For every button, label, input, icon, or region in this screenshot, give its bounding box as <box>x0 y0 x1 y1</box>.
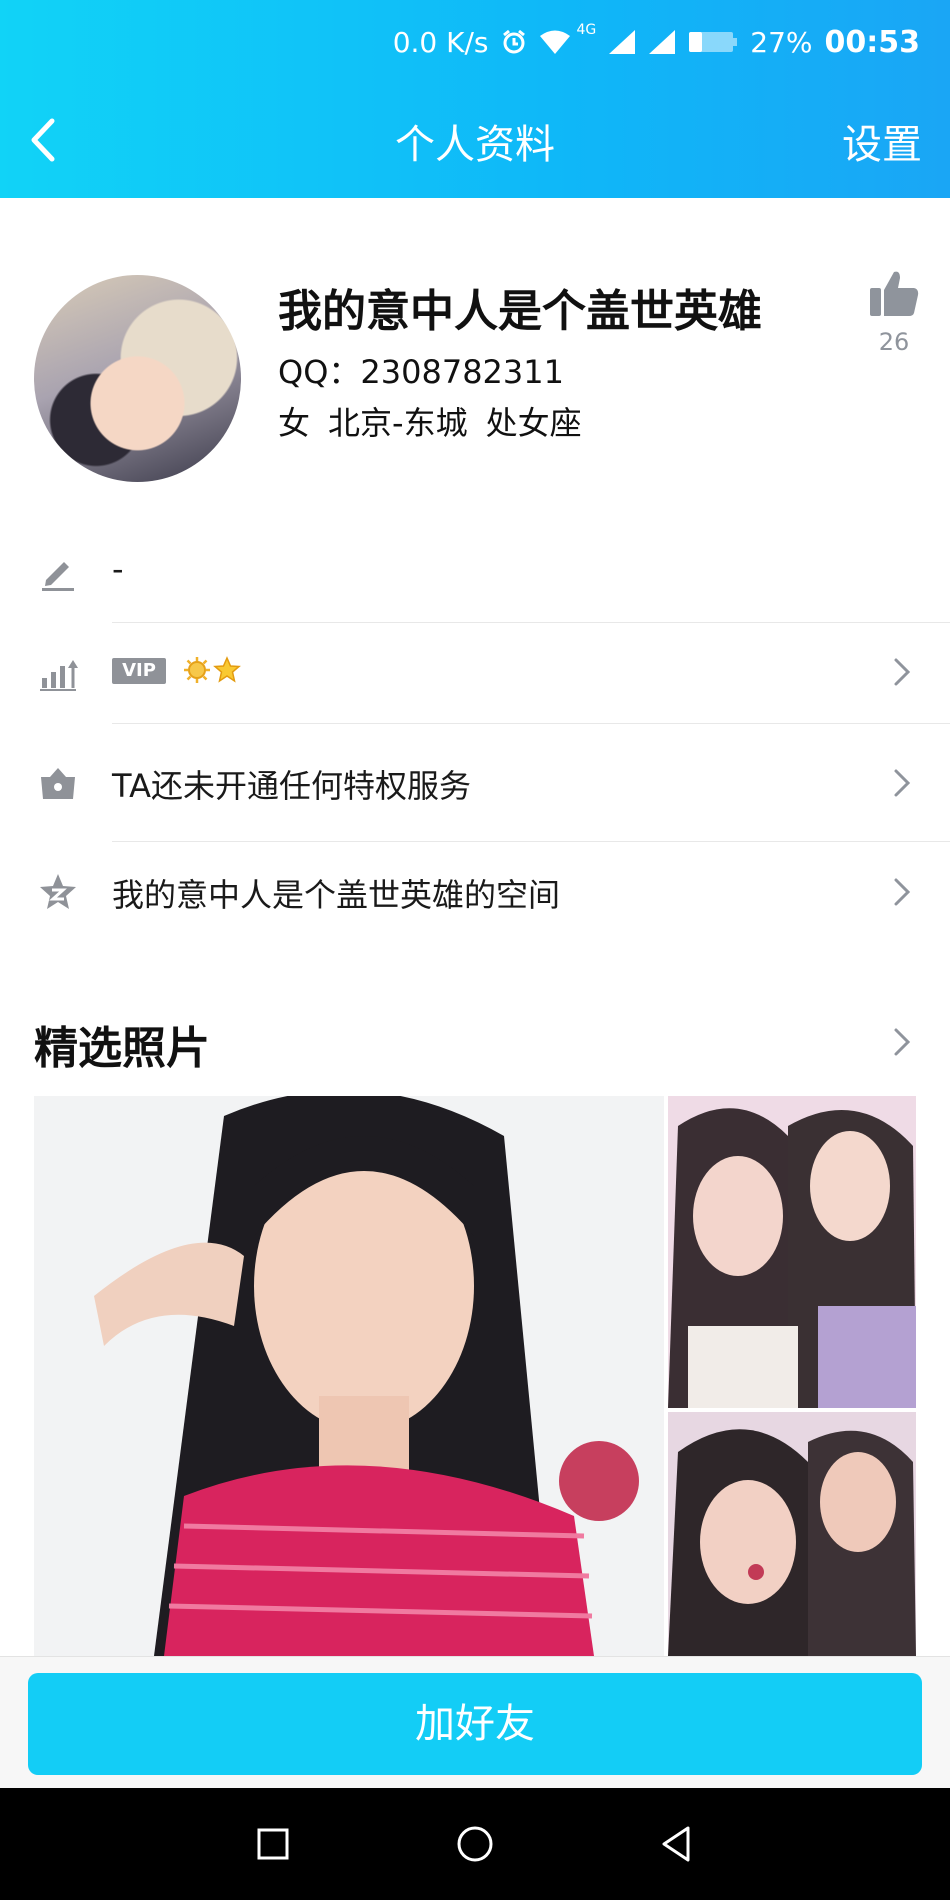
qq-number: 2308782311 <box>360 353 564 391</box>
qzone-star-icon <box>40 874 76 909</box>
photos-section-title[interactable]: 精选照片 <box>34 1012 210 1076</box>
home-icon[interactable] <box>453 1822 497 1866</box>
profile-meta: 女 北京-东城 处女座 <box>278 398 582 444</box>
network-type: 4G <box>576 22 597 38</box>
location: 北京-东城 <box>328 404 468 442</box>
network-speed: 0.0 K/s <box>392 25 489 59</box>
level-chart-icon <box>40 660 78 691</box>
status-bar: 0.0 K/s 4G 27% 00:53 <box>393 22 920 62</box>
clock: 00:53 <box>824 24 921 60</box>
system-navigation-bar <box>0 1788 950 1900</box>
featured-photo-main[interactable] <box>34 1096 664 1656</box>
featured-photo-main-image <box>34 1096 664 1656</box>
privilege-text: TA还未开通任何特权服务 <box>112 767 471 805</box>
divider <box>112 723 950 724</box>
qzone-row[interactable]: 我的意中人是个盖世英雄的空间 <box>0 842 950 942</box>
wifi-icon <box>539 30 570 54</box>
settings-button[interactable]: 设置 <box>842 112 922 170</box>
gender: 女 <box>278 404 311 442</box>
battery-icon <box>689 32 738 52</box>
sun-level-icon <box>184 657 210 683</box>
page-title: 个人资料 <box>395 122 555 168</box>
vip-level-row[interactable]: VIP <box>0 622 950 722</box>
thumbs-up-icon[interactable] <box>868 268 920 320</box>
signature-row[interactable]: - <box>0 522 950 622</box>
qq-label: QQ： <box>278 353 361 391</box>
chevron-right-icon <box>894 769 911 797</box>
bottom-action-bar: 加好友 <box>0 1656 950 1789</box>
back-nav-icon[interactable] <box>654 1822 698 1866</box>
chevron-right-icon[interactable] <box>892 1026 912 1058</box>
alarm-icon <box>502 29 525 54</box>
add-friend-button[interactable]: 加好友 <box>28 1673 922 1775</box>
zodiac: 处女座 <box>485 404 582 442</box>
chevron-right-icon <box>894 878 911 906</box>
profile-nickname: 我的意中人是个盖世英雄 <box>278 286 762 337</box>
header: 0.0 K/s 4G 27% 00:53 个人资料 设置 <box>0 0 950 198</box>
avatar[interactable] <box>34 275 241 482</box>
battery-percent: 27% <box>750 25 813 59</box>
vip-badge: VIP <box>112 658 166 684</box>
featured-photo-2[interactable] <box>668 1096 916 1408</box>
edit-pencil-icon <box>42 562 74 591</box>
featured-photo-2-image <box>668 1096 916 1408</box>
chevron-right-icon <box>894 658 911 686</box>
star-level-icon <box>213 656 241 683</box>
featured-photo-3-image <box>668 1412 916 1656</box>
signature-text: - <box>112 550 124 588</box>
signal-icon-1 <box>609 30 636 54</box>
like-count: 26 <box>878 328 910 356</box>
crown-box-icon <box>41 768 75 799</box>
recent-apps-icon[interactable] <box>251 1822 295 1866</box>
featured-photo-3[interactable] <box>668 1412 916 1656</box>
signal-icon-2 <box>649 30 676 54</box>
privilege-row[interactable]: TA还未开通任何特权服务 <box>0 733 950 833</box>
qzone-text: 我的意中人是个盖世英雄的空间 <box>112 876 561 914</box>
qq-number-line: QQ：2308782311 <box>278 347 564 393</box>
